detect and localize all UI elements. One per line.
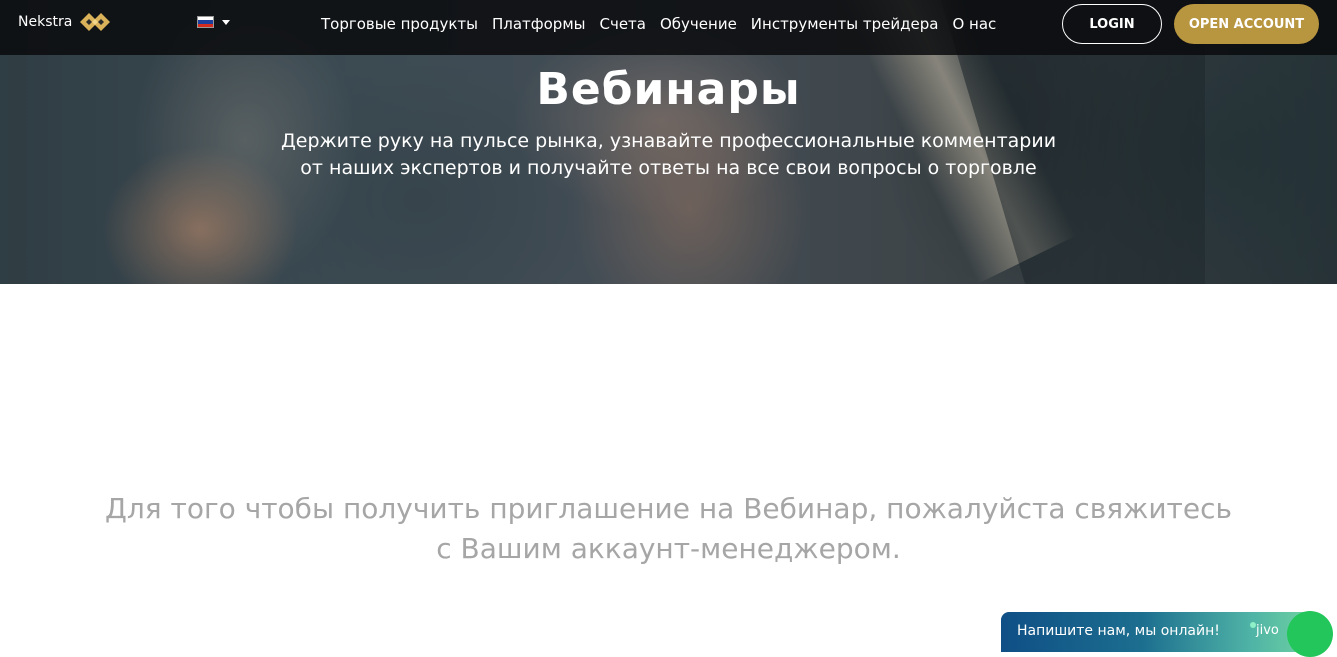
hero-subtitle-line-2: от наших экспертов и получайте ответы на…	[300, 157, 1037, 179]
webinar-invite-text: Для того чтобы получить приглашение на В…	[0, 489, 1337, 569]
hero-subtitle-line-1: Держите руку на пульсе рынка, узнавайте …	[280, 130, 1057, 152]
open-account-button[interactable]: OPEN ACCOUNT	[1174, 4, 1319, 44]
invite-line-2: с Вашим аккаунт-менеджером.	[436, 532, 901, 565]
chat-sparkle-icon	[1250, 622, 1256, 628]
chat-label: Напишите нам, мы онлайн!	[1017, 623, 1220, 639]
nav-item-trading-products[interactable]: Торговые продукты	[321, 14, 478, 34]
caret-down-icon	[222, 19, 230, 25]
nav-item-about[interactable]: О нас	[952, 14, 996, 34]
page-title: Вебинары	[536, 64, 801, 115]
logo-text: Nekstra	[18, 14, 73, 30]
main-nav: Торговые продукты Платформы Счета Обучен…	[321, 14, 996, 34]
logo[interactable]: Nekstra	[18, 10, 112, 34]
nav-item-education[interactable]: Обучение	[660, 14, 737, 34]
chat-brand-label: jivo	[1256, 623, 1279, 638]
invite-line-1: Для того чтобы получить приглашение на В…	[105, 492, 1232, 525]
top-navbar: Nekstra Торговые продукты Платформы Счет…	[0, 0, 1337, 55]
live-chat-widget[interactable]: Напишите нам, мы онлайн! jivo	[1001, 612, 1313, 652]
russian-flag-icon	[197, 16, 214, 28]
chat-bubble-icon[interactable]	[1287, 611, 1333, 657]
language-selector[interactable]	[197, 16, 230, 28]
nav-item-trader-tools[interactable]: Инструменты трейдера	[751, 14, 939, 34]
nav-item-accounts[interactable]: Счета	[599, 14, 646, 34]
nav-item-platforms[interactable]: Платформы	[492, 14, 585, 34]
login-button[interactable]: LOGIN	[1062, 4, 1162, 44]
logo-mark-icon	[80, 13, 111, 31]
hero-subtitle: Держите руку на пульсе рынка, узнавайте …	[0, 128, 1337, 182]
